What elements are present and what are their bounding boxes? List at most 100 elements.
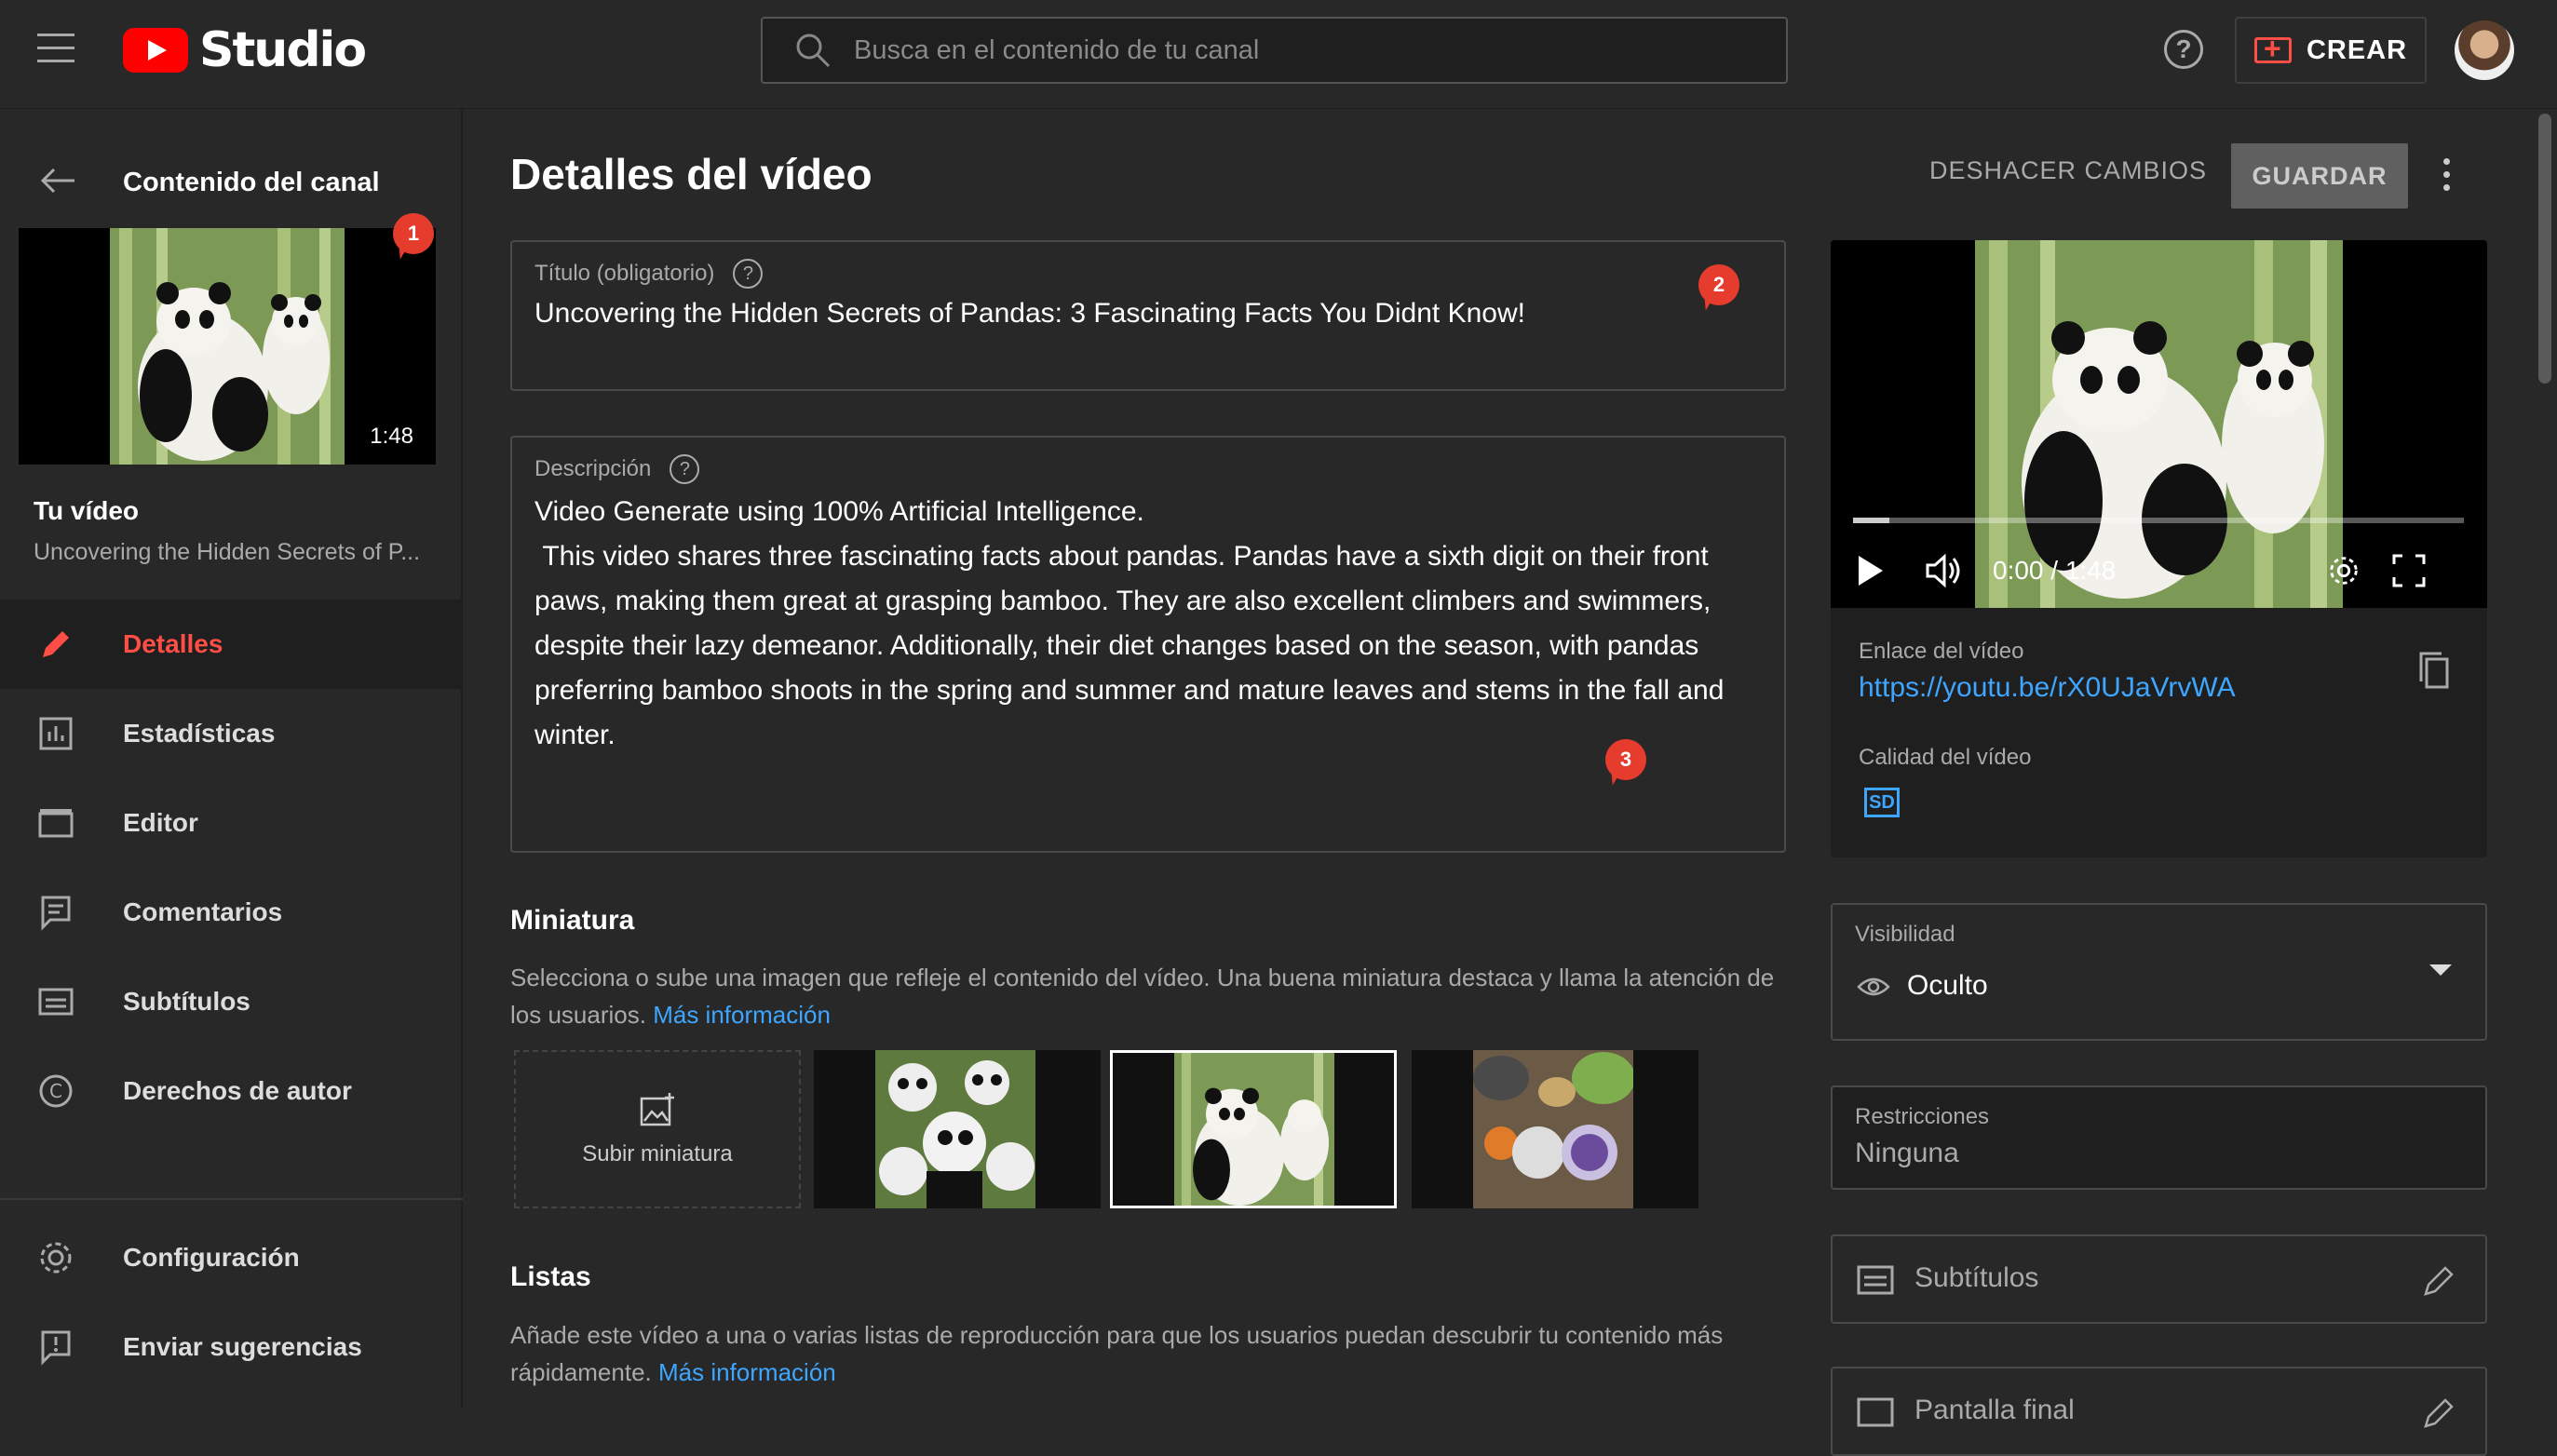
your-video-title: Uncovering the Hidden Secrets of P...: [34, 539, 421, 565]
video-link-label: Enlace del vídeo: [1859, 639, 2024, 664]
sidebar-item-feedback[interactable]: Enviar sugerencias: [0, 1302, 463, 1392]
video-duration: 1:48: [370, 424, 413, 449]
end-screen-icon: [1857, 1397, 1894, 1427]
settings-icon[interactable]: [2326, 553, 2361, 588]
eye-icon: [1857, 977, 1890, 996]
pencil-icon: [35, 624, 76, 665]
top-bar: Studio ? CREAR: [0, 0, 2557, 109]
avatar[interactable]: [2455, 20, 2514, 80]
sidebar-bottom-nav: Configuración Enviar sugerencias: [0, 1213, 463, 1392]
search-input[interactable]: [854, 34, 1692, 66]
title-field-label: Título (obligatorio): [534, 261, 715, 286]
video-quality-label: Calidad del vídeo: [1859, 745, 2032, 770]
description-input[interactable]: Video Generate using 100% Artificial Int…: [534, 490, 1782, 758]
playlists-section-desc: Añade este vídeo a una o varias listas d…: [510, 1316, 1795, 1391]
page-title: Detalles del vídeo: [510, 150, 873, 198]
sidebar-item-settings[interactable]: Configuración: [0, 1213, 463, 1302]
menu-icon[interactable]: [37, 34, 74, 65]
annotation-badge: 1: [393, 213, 434, 254]
playlists-section-title: Listas: [510, 1261, 591, 1292]
sidebar-item-label: Configuración: [123, 1243, 300, 1272]
subtitles-icon: [1857, 1265, 1894, 1295]
help-icon[interactable]: ?: [2164, 30, 2203, 69]
visibility-label: Visibilidad: [1855, 922, 1955, 947]
copy-icon[interactable]: [2417, 650, 2451, 691]
undo-changes-button[interactable]: DESHACER CAMBIOS: [1929, 156, 2207, 185]
thumbnail-learn-more-link[interactable]: Más información: [653, 1001, 831, 1029]
volume-icon[interactable]: [1924, 552, 1965, 589]
title-field[interactable]: Título (obligatorio) ? Uncovering the Hi…: [510, 240, 1786, 391]
create-video-icon: [2253, 32, 2292, 66]
playlists-learn-more-link[interactable]: Más información: [658, 1358, 836, 1386]
analytics-icon: [35, 713, 76, 754]
restrictions-field[interactable]: Restricciones Ninguna: [1831, 1085, 2487, 1190]
panda-food-image: [1473, 1050, 1633, 1208]
sidebar-item-comments[interactable]: Comentarios: [0, 868, 463, 957]
pencil-icon[interactable]: [2420, 1262, 2457, 1300]
sidebar-item-copyright[interactable]: C Derechos de autor: [0, 1046, 463, 1136]
your-video-label: Tu vídeo: [34, 496, 140, 525]
title-field-label-row: Título (obligatorio) ?: [534, 259, 764, 289]
video-time: 0:00 / 1:48: [1993, 556, 2117, 585]
video-progress-bar[interactable]: [1853, 518, 2464, 523]
video-preview-card: 0:00 / 1:48 Enlace del vídeo https://you…: [1831, 240, 2487, 857]
video-progress-fill: [1853, 518, 1890, 523]
more-options-icon[interactable]: [2443, 158, 2451, 197]
sidebar-video-thumbnail[interactable]: 1:48: [19, 228, 436, 465]
thumbnail-option-2-selected[interactable]: [1110, 1050, 1397, 1208]
thumbnail-option-1[interactable]: [814, 1050, 1101, 1208]
search-icon: [796, 34, 831, 68]
scrollbar[interactable]: [2538, 114, 2551, 384]
thumbnail-section-title: Miniatura: [510, 905, 635, 936]
sidebar-item-details[interactable]: Detalles: [0, 600, 463, 689]
play-icon[interactable]: [1853, 552, 1887, 589]
video-player[interactable]: 0:00 / 1:48: [1831, 240, 2487, 608]
restrictions-value: Ninguna: [1855, 1138, 1959, 1168]
help-icon[interactable]: ?: [670, 454, 700, 484]
video-link[interactable]: https://youtu.be/rX0UJaVrvWA: [1859, 672, 2236, 704]
studio-logo[interactable]: Studio: [123, 22, 367, 78]
sidebar-item-analytics[interactable]: Estadísticas: [0, 689, 463, 778]
video-controls: 0:00 / 1:48: [1853, 547, 2468, 594]
add-image-icon: [640, 1093, 674, 1126]
thumbnail-option-3[interactable]: [1412, 1050, 1698, 1208]
search-bar[interactable]: [761, 17, 1788, 84]
sidebar-item-label: Detalles: [123, 629, 223, 658]
create-label: CREAR: [2306, 34, 2408, 65]
upload-thumbnail-button[interactable]: Subir miniatura: [514, 1050, 801, 1208]
sd-quality-badge: SD: [1864, 788, 1900, 817]
title-input[interactable]: Uncovering the Hidden Secrets of Pandas:…: [534, 298, 1525, 330]
end-screen-label: Pantalla final: [1914, 1395, 2075, 1425]
back-to-channel-content[interactable]: Contenido del canal: [0, 150, 463, 215]
svg-text:C: C: [49, 1080, 62, 1102]
end-screen-field[interactable]: Pantalla final: [1831, 1367, 2487, 1456]
panda-bamboo-image: [1174, 1053, 1334, 1206]
gear-icon: [35, 1237, 76, 1278]
copyright-icon: C: [35, 1071, 76, 1112]
sidebar-item-label: Enviar sugerencias: [123, 1332, 362, 1361]
sidebar-item-label: Estadísticas: [123, 719, 276, 748]
subtitles-label: Subtítulos: [1914, 1262, 2039, 1293]
pandas-group-image: [875, 1050, 1035, 1208]
sidebar-item-subtitles[interactable]: Subtítulos: [0, 957, 463, 1046]
subtitles-field[interactable]: Subtítulos: [1831, 1234, 2487, 1324]
thumbnail-section-desc: Selecciona o sube una imagen que refleje…: [510, 959, 1795, 1033]
visibility-select[interactable]: Visibilidad Oculto: [1831, 903, 2487, 1041]
sidebar-item-label: Editor: [123, 808, 198, 837]
fullscreen-icon[interactable]: [2391, 553, 2427, 588]
description-field-label: Descripción: [534, 456, 652, 481]
sidebar-divider: [0, 1198, 463, 1200]
sidebar-item-label: Subtítulos: [123, 987, 250, 1016]
sidebar-item-editor[interactable]: Editor: [0, 778, 463, 868]
sidebar-nav: Detalles Estadísticas Editor Comentarios…: [0, 600, 463, 1136]
description-field[interactable]: Descripción ? Video Generate using 100% …: [510, 436, 1786, 853]
annotation-badge: 2: [1698, 264, 1739, 305]
visibility-value: Oculto: [1907, 970, 1988, 1001]
create-button[interactable]: CREAR: [2235, 17, 2427, 84]
panda-thumbnail-image: [110, 228, 345, 465]
help-icon[interactable]: ?: [733, 259, 764, 289]
subtitles-icon: [35, 981, 76, 1022]
logo-text: Studio: [199, 22, 367, 78]
save-button[interactable]: GUARDAR: [2231, 143, 2408, 209]
pencil-icon[interactable]: [2420, 1395, 2457, 1432]
